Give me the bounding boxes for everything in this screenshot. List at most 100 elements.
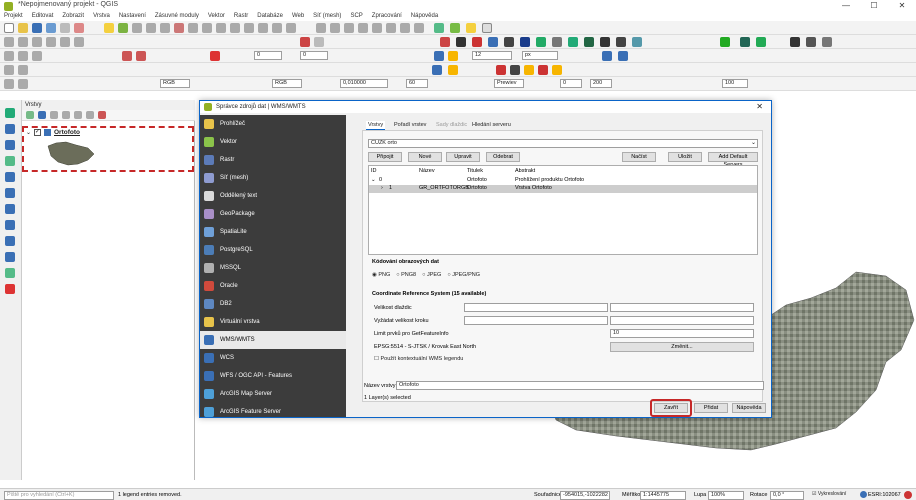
remove-button[interactable]: Odebrat	[486, 152, 520, 162]
identify-icon[interactable]	[316, 23, 326, 33]
select-features-icon[interactable]	[330, 23, 340, 33]
filter-icon[interactable]	[62, 111, 70, 119]
zoom-layer-icon[interactable]	[202, 23, 212, 33]
save-edits-icon[interactable]	[32, 37, 42, 47]
zoom-last-icon[interactable]	[230, 23, 240, 33]
add-spatialite-icon[interactable]	[5, 188, 15, 198]
snap-icon[interactable]	[4, 65, 14, 75]
tile-size-field[interactable]	[464, 303, 608, 312]
sidebar-item-geopackage[interactable]: GeoPackage	[200, 205, 346, 223]
label-tool-icon[interactable]	[4, 51, 14, 61]
p-icon[interactable]	[538, 65, 548, 75]
globe-icon[interactable]	[790, 37, 800, 47]
render-checkbox[interactable]: ☑ Vykreslování	[812, 491, 846, 497]
kml-icon[interactable]	[618, 51, 628, 61]
d-icon[interactable]	[552, 65, 562, 75]
scatter-icon[interactable]	[632, 37, 642, 47]
gps-icon[interactable]	[456, 37, 466, 47]
zoom-selection-icon[interactable]	[188, 23, 198, 33]
add-feature-icon[interactable]	[46, 37, 56, 47]
menu-projekt[interactable]: Projekt	[4, 12, 23, 21]
sidebar-item-mssql[interactable]: MSSQL	[200, 259, 346, 277]
add-postgis-icon[interactable]	[5, 204, 15, 214]
coordinate-field[interactable]: -954015,-1022282	[560, 491, 610, 500]
feature-icon[interactable]	[18, 79, 28, 89]
zoom-native-icon[interactable]	[216, 23, 226, 33]
radio-jpeg-png[interactable]: ○ JPEG/PNG	[447, 272, 480, 278]
sidebar-item-oddeleny-text[interactable]: Oddělený text	[200, 187, 346, 205]
sidebar-item-oracle[interactable]: Oracle	[200, 277, 346, 295]
sparkle-icon[interactable]	[448, 51, 458, 61]
menu-zasuvne-moduly[interactable]: Zásuvné moduly	[155, 12, 199, 21]
print-layout-icon[interactable]	[60, 23, 70, 33]
flag-icon[interactable]	[520, 37, 530, 47]
sidebar-item-sit-mesh[interactable]: Síť (mesh)	[200, 169, 346, 187]
add-mssql-icon[interactable]	[5, 220, 15, 230]
toolbox-icon[interactable]	[386, 23, 396, 33]
raster-calc-icon[interactable]	[136, 51, 146, 61]
plugin-b-icon[interactable]	[756, 37, 766, 47]
add-group-icon[interactable]	[38, 111, 46, 119]
redo-icon[interactable]	[314, 37, 324, 47]
tag-icon[interactable]	[504, 37, 514, 47]
edit-button[interactable]: Upravit	[446, 152, 480, 162]
tab-poradi-vrstev[interactable]: Pořadí vrstev	[394, 122, 426, 128]
sidebar-item-arcgis-feature[interactable]: ArcGIS Feature Server	[200, 403, 346, 417]
rgb-field[interactable]: RGB	[160, 79, 190, 88]
table-row[interactable]: › 1 GR_ORTFOTORGB Ortofoto Vrstva Ortofo…	[369, 185, 757, 193]
change-crs-button[interactable]: Změnit...	[610, 342, 754, 352]
save-project-icon[interactable]	[32, 23, 42, 33]
zoom-in-icon[interactable]	[132, 23, 142, 33]
label-pin-icon[interactable]	[18, 51, 28, 61]
menu-zpracovani[interactable]: Zpracování	[372, 12, 402, 21]
zoom-rubberband-icon[interactable]	[160, 23, 170, 33]
feature-limit-field[interactable]: 10	[610, 329, 754, 338]
font-unit-field[interactable]: px	[522, 51, 558, 60]
hundred-field[interactable]: 100	[722, 79, 748, 88]
remove-layer-icon[interactable]	[98, 111, 106, 119]
sidebar-item-db2[interactable]: DB2	[200, 295, 346, 313]
sidebar-item-virtualni-vrstva[interactable]: Virtuální vrstva	[200, 313, 346, 331]
map-tips-icon[interactable]	[434, 51, 444, 61]
two-hundred-field[interactable]: 200	[590, 79, 612, 88]
sidebar-item-wcs[interactable]: WCS	[200, 349, 346, 367]
measure-icon[interactable]	[414, 23, 424, 33]
contextual-legend-checkbox[interactable]: ☐ Použít kontextuální WMS legendu	[374, 356, 463, 362]
cross-icon[interactable]	[616, 37, 626, 47]
expand-arrow-icon[interactable]: ⌄	[371, 177, 376, 183]
sum-icon[interactable]	[450, 23, 460, 33]
layers-table[interactable]: ID Název Titulek Abstrakt ⌄ 0 Ortofoto P…	[368, 165, 758, 255]
python-console-icon[interactable]	[448, 65, 458, 75]
maximize-button[interactable]: ☐	[860, 0, 888, 12]
add-geopackage-icon[interactable]	[5, 172, 15, 182]
vertex-tool-icon[interactable]	[60, 37, 70, 47]
new-map-view-icon[interactable]	[258, 23, 268, 33]
new-button[interactable]: Nové	[408, 152, 442, 162]
tile-size-field-2[interactable]	[610, 303, 754, 312]
crs-globe-icon[interactable]	[860, 491, 867, 498]
add-mesh-icon[interactable]	[5, 140, 15, 150]
add-oracle-icon[interactable]	[5, 236, 15, 246]
digitize-icon[interactable]	[4, 37, 14, 47]
layout-manager-icon[interactable]	[74, 23, 84, 33]
menu-zobrazit[interactable]: Zobrazit	[62, 12, 84, 21]
add-vector-icon[interactable]	[5, 108, 15, 118]
plugin-a-icon[interactable]	[740, 37, 750, 47]
band-icon[interactable]	[552, 37, 562, 47]
step-size-field[interactable]	[464, 316, 608, 325]
layer-name-field[interactable]: Ortofoto	[396, 381, 764, 390]
locator-search-field[interactable]: Piště pro vyhledání (Ctrl+K)	[4, 491, 114, 500]
classification-icon[interactable]	[568, 37, 578, 47]
menu-vektor[interactable]: Vektor	[208, 12, 225, 21]
load-button[interactable]: Načíst	[622, 152, 656, 162]
crs-status[interactable]: ESRI:102067	[868, 492, 901, 498]
n-icon[interactable]	[496, 65, 506, 75]
menu-editovat[interactable]: Editovat	[32, 12, 54, 21]
preview-field[interactable]: Prewiev	[494, 79, 524, 88]
raster-icon[interactable]	[122, 51, 132, 61]
tips-icon[interactable]	[466, 23, 476, 33]
pan-to-selection-icon[interactable]	[118, 23, 128, 33]
scale-field[interactable]: 0,010000	[340, 79, 388, 88]
zoom-next-icon[interactable]	[244, 23, 254, 33]
help-button[interactable]: Nápověda	[732, 403, 766, 413]
